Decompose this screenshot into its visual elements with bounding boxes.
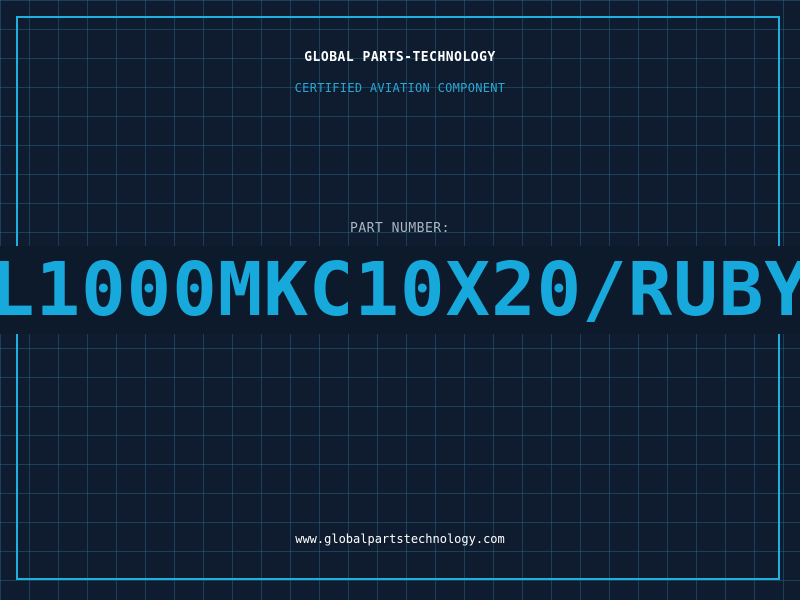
part-number-value: L1000MKC10X20/RUBY	[0, 247, 800, 333]
certification-subtitle: CERTIFIED AVIATION COMPONENT	[294, 81, 506, 95]
company-name: GLOBAL PARTS-TECHNOLOGY	[304, 50, 496, 65]
part-number-band: L1000MKC10X20/RUBY	[0, 246, 800, 334]
part-number-label: PART NUMBER:	[350, 221, 450, 236]
part-card: GLOBAL PARTS-TECHNOLOGY CERTIFIED AVIATI…	[0, 0, 800, 600]
website-url: www.globalpartstechnology.com	[295, 532, 505, 546]
